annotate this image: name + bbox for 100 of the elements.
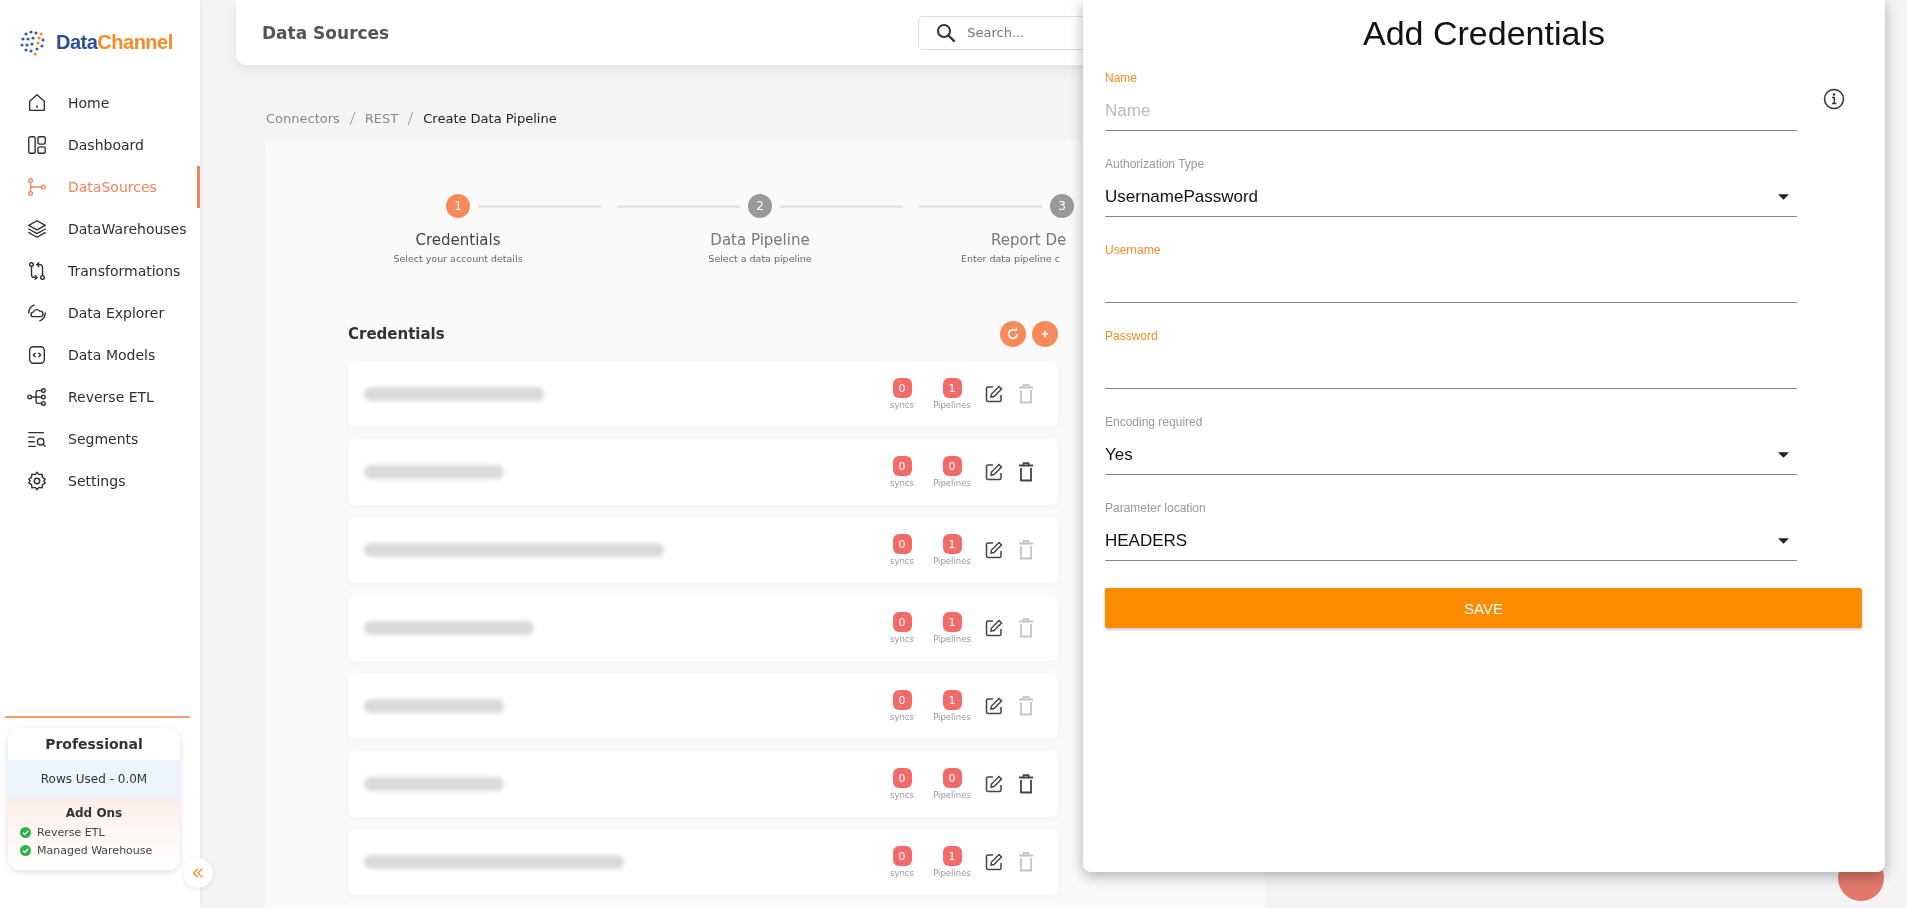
- swap-icon: [26, 260, 48, 282]
- add-button[interactable]: [1032, 321, 1058, 347]
- count-label: Pipelines: [933, 868, 971, 878]
- settings-icon: [26, 470, 48, 492]
- credential-row[interactable]: 0 syncs 0 Pipelines: [348, 439, 1058, 505]
- save-button[interactable]: SAVE: [1105, 588, 1862, 628]
- count-badge: 0: [942, 456, 962, 476]
- field-label: Password: [1105, 328, 1159, 344]
- credential-row[interactable]: 0 syncs 1 Pipelines: [348, 517, 1058, 583]
- layout-icon: [26, 134, 48, 156]
- nav-item[interactable]: Settings: [0, 460, 200, 502]
- info-icon[interactable]: [1823, 88, 1845, 110]
- credential-row[interactable]: 0 syncs 1 Pipelines: [348, 829, 1058, 895]
- home-icon: [26, 92, 48, 114]
- step-title: Credentials: [415, 231, 501, 249]
- nav-item[interactable]: DataWarehouses: [0, 208, 200, 250]
- section-title: Credentials: [348, 325, 445, 343]
- edit-icon[interactable]: [984, 774, 1004, 794]
- plus-icon: [1040, 329, 1050, 339]
- nav-item[interactable]: Data Explorer: [0, 292, 200, 334]
- count-badge: 0: [892, 534, 912, 554]
- chevrons-left-icon: [191, 866, 205, 880]
- logo-text: DataChannel: [56, 31, 173, 54]
- field-label: Encoding required: [1105, 414, 1204, 430]
- credential-row[interactable]: 0 syncs 1 Pipelines: [348, 673, 1058, 739]
- count-label: Pipelines: [933, 790, 971, 800]
- step-number[interactable]: 2: [748, 194, 772, 218]
- count-badge: 1: [942, 534, 962, 554]
- refresh-icon: [1006, 327, 1020, 341]
- count-badge: 0: [892, 456, 912, 476]
- refresh-button[interactable]: [1000, 321, 1026, 347]
- count-label: syncs: [890, 868, 914, 878]
- edit-icon[interactable]: [984, 696, 1004, 716]
- breadcrumb-link[interactable]: REST: [364, 110, 399, 126]
- nav-item[interactable]: Reverse ETL: [0, 376, 200, 418]
- share-icon: [26, 386, 48, 408]
- trash-icon[interactable]: [1018, 774, 1034, 794]
- count-badge: 0: [892, 612, 912, 632]
- nav-item[interactable]: Segments: [0, 418, 200, 460]
- breadcrumb-link[interactable]: Connectors: [266, 110, 340, 126]
- count-label: Pipelines: [933, 712, 971, 722]
- count-badge: 0: [892, 690, 912, 710]
- search-icon: [936, 22, 957, 43]
- edit-icon[interactable]: [984, 384, 1004, 404]
- dropdown-field[interactable]: Yes: [1105, 436, 1797, 475]
- nav-item[interactable]: Transformations: [0, 250, 200, 292]
- cloud-icon: [26, 302, 48, 324]
- code-file-icon: [26, 344, 48, 366]
- addon-label: Reverse ETL: [37, 826, 105, 839]
- breadcrumb-link[interactable]: Create Data Pipeline: [423, 110, 557, 126]
- count-label: syncs: [890, 556, 914, 566]
- dropdown-field[interactable]: UsernamePassword: [1105, 178, 1797, 217]
- credential-row[interactable]: 0 syncs 1 Pipelines: [348, 361, 1058, 427]
- dropdown-field[interactable]: HEADERS: [1105, 522, 1797, 561]
- addon-label: Managed Warehouse: [37, 844, 153, 857]
- trash-icon[interactable]: [1018, 462, 1034, 482]
- step-title: Data Pipeline: [710, 231, 810, 249]
- dialog-title: Add Credentials: [1362, 13, 1606, 54]
- plan-name: Professional: [44, 735, 144, 754]
- caret-icon: [1778, 538, 1789, 544]
- branch-icon: [26, 176, 48, 198]
- addons-title: Add Ons: [64, 806, 124, 820]
- count-badge: 1: [942, 378, 962, 398]
- edit-icon[interactable]: [984, 540, 1004, 560]
- step-number[interactable]: 1: [446, 194, 470, 218]
- nav-item[interactable]: Dashboard: [0, 124, 200, 166]
- count-badge: 0: [892, 768, 912, 788]
- step-number[interactable]: 3: [1050, 194, 1074, 218]
- count-badge: 0: [892, 378, 912, 398]
- field-label: Name: [1105, 70, 1138, 86]
- count-label: Pipelines: [933, 634, 971, 644]
- count-badge: 1: [942, 612, 962, 632]
- count-badge: 1: [942, 846, 962, 866]
- count-label: syncs: [890, 400, 914, 410]
- text-field[interactable]: Name: [1105, 92, 1797, 131]
- page-title: Data Sources: [262, 22, 390, 43]
- nav-item[interactable]: DataSources: [0, 166, 200, 208]
- nav-item[interactable]: Home: [0, 82, 200, 124]
- credential-row[interactable]: 0 syncs 1 Pipelines: [348, 595, 1058, 661]
- count-label: syncs: [890, 790, 914, 800]
- field-label: Parameter location: [1105, 500, 1207, 516]
- nav-item[interactable]: Data Models: [0, 334, 200, 376]
- count-badge: 0: [942, 768, 962, 788]
- field-label: Username: [1105, 242, 1162, 258]
- field-label: Authorization Type: [1105, 156, 1206, 172]
- count-label: Pipelines: [933, 556, 971, 566]
- caret-icon: [1778, 194, 1789, 200]
- step-subtitle: Select your account details: [393, 253, 523, 264]
- edit-icon[interactable]: [984, 852, 1004, 872]
- caret-icon: [1778, 452, 1789, 458]
- credential-row[interactable]: 0 syncs 0 Pipelines: [348, 751, 1058, 817]
- rows-used: Rows Used - 0.0M: [8, 760, 180, 798]
- step-title: Report De: [991, 231, 1067, 249]
- edit-icon[interactable]: [984, 618, 1004, 638]
- count-label: syncs: [890, 478, 914, 488]
- edit-icon[interactable]: [984, 462, 1004, 482]
- step-subtitle: Select a data pipeline: [708, 253, 812, 264]
- count-badge: 0: [892, 846, 912, 866]
- count-label: syncs: [890, 634, 914, 644]
- count-label: Pipelines: [933, 400, 971, 410]
